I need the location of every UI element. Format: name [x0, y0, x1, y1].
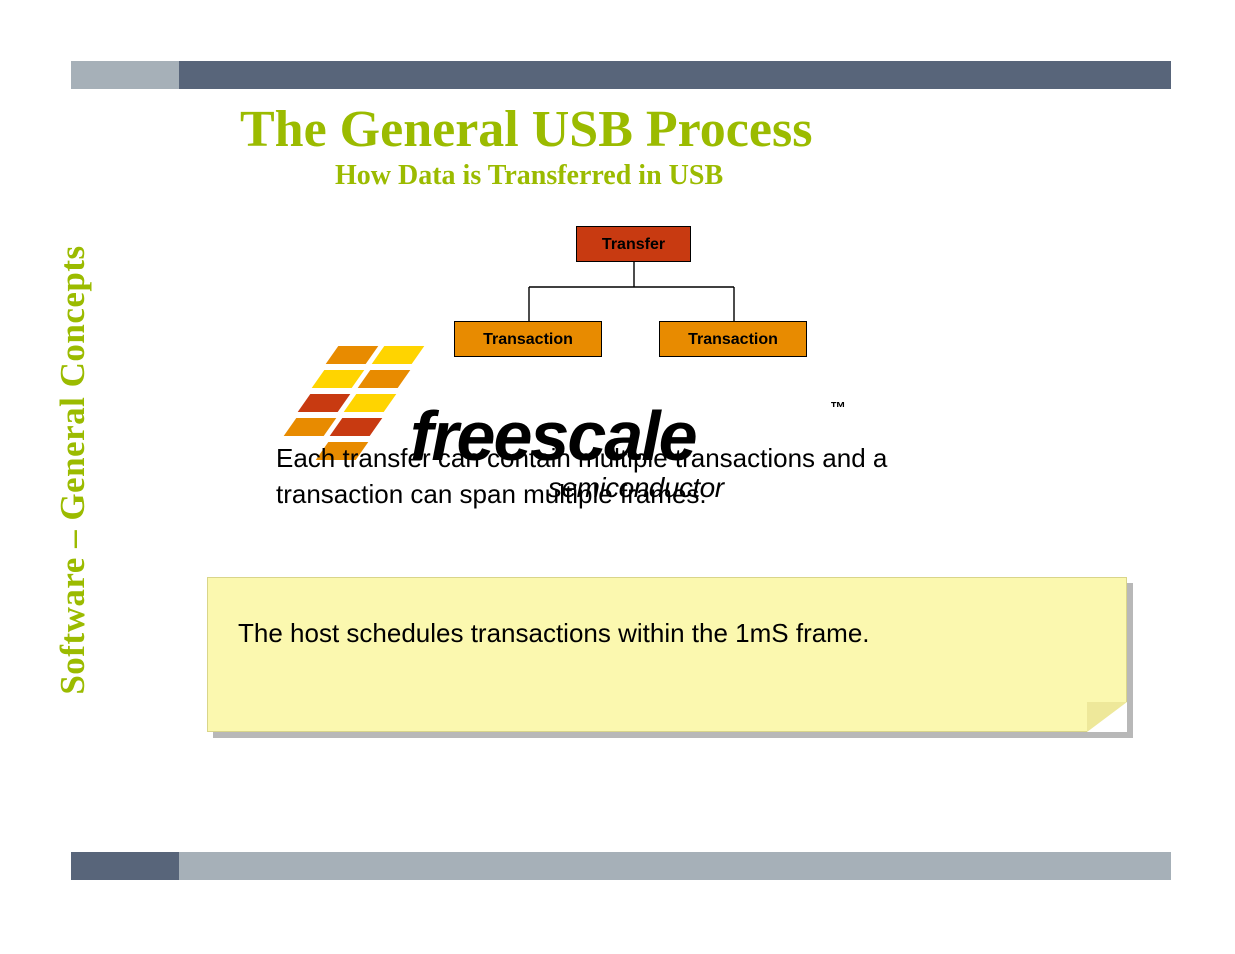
slide-title: The General USB Process: [240, 100, 812, 159]
body-paragraph: Each transfer can contain multiple trans…: [276, 440, 906, 513]
top-bar-dark: [179, 61, 1171, 89]
top-bar-grey: [71, 61, 179, 89]
logo-trademark: ™: [830, 400, 846, 418]
slide-subtitle: How Data is Transferred in USB: [335, 160, 723, 192]
sidebar-section-label: Software – General Concepts: [53, 245, 93, 694]
transfer-node: Transfer: [576, 226, 691, 262]
sticky-note: The host schedules transactions within t…: [207, 577, 1127, 732]
bottom-bar-grey: [71, 852, 1171, 880]
sticky-note-text: The host schedules transactions within t…: [238, 618, 870, 648]
sticky-note-body: The host schedules transactions within t…: [207, 577, 1127, 732]
bottom-bar-dark: [71, 852, 179, 880]
sticky-fold-icon: [1087, 702, 1127, 732]
